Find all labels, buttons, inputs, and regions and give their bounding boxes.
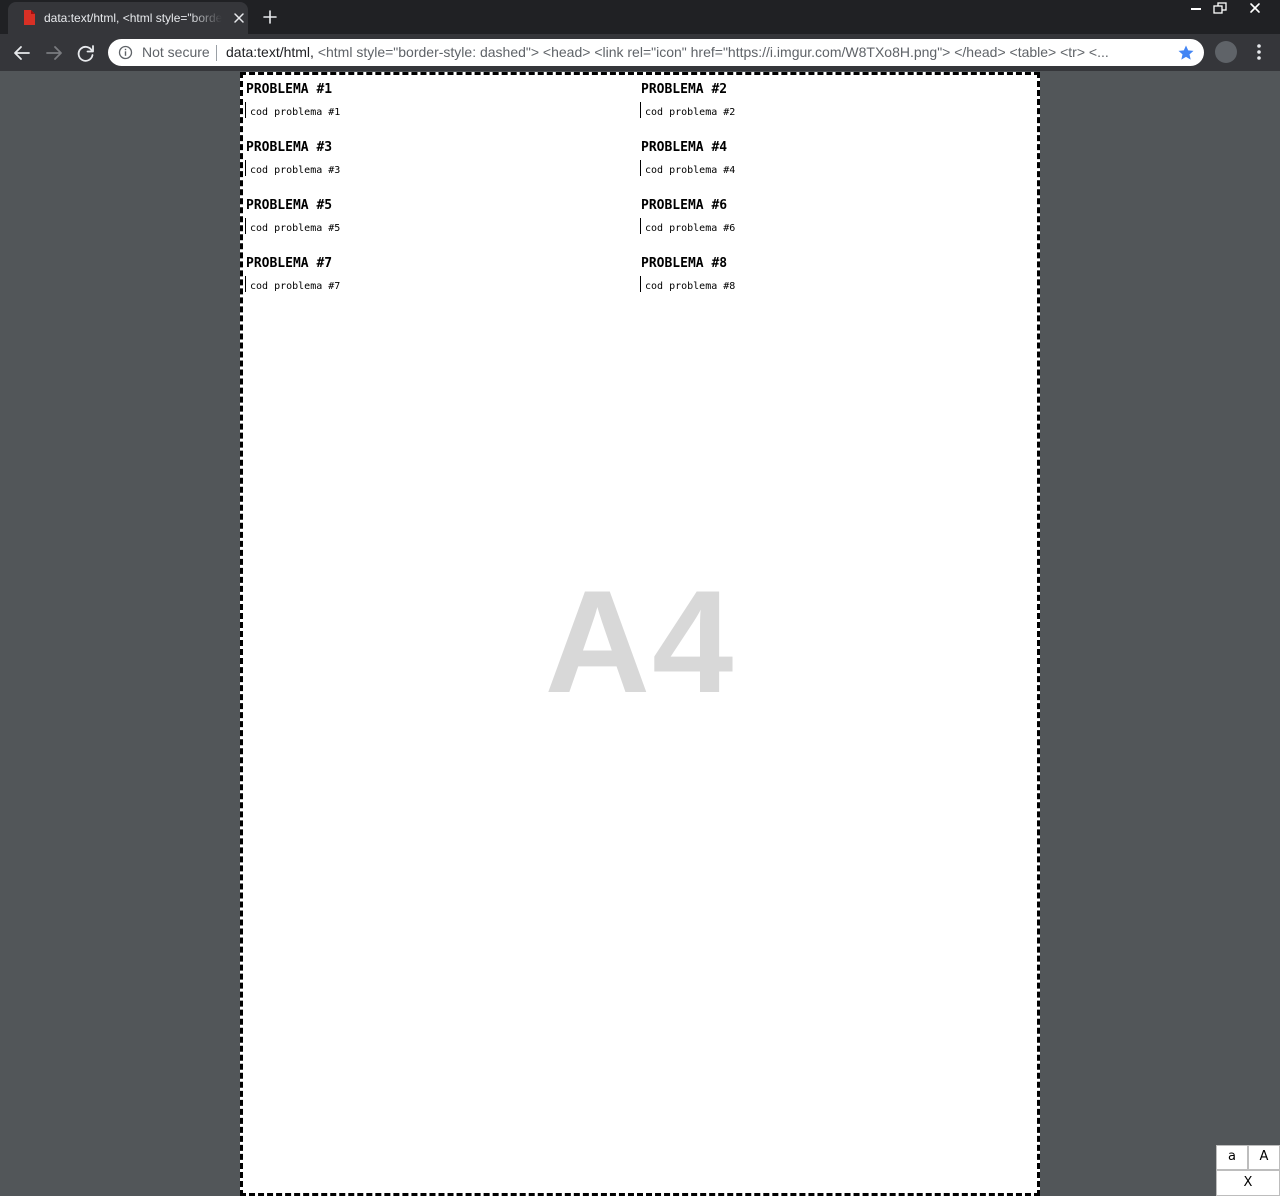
problem-code-block[interactable]: cod problema #2 xyxy=(640,102,735,118)
problem-code-block[interactable]: cod problema #8 xyxy=(640,276,735,292)
problem-code-block[interactable]: cod problema #7 xyxy=(245,276,340,292)
problem-code-block[interactable]: cod problema #5 xyxy=(245,218,340,234)
problem-cell: PROBLEMA #6 cod problema #6 xyxy=(640,197,1031,247)
problem-code: cod problema #2 xyxy=(645,107,736,118)
browser-toolbar: Not secure data:text/html, <html style="… xyxy=(0,34,1280,71)
problem-title: PROBLEMA #2 xyxy=(641,82,728,97)
url-body: <html style="border-style: dashed"> <hea… xyxy=(313,44,1109,60)
reload-icon[interactable] xyxy=(73,40,99,66)
info-icon[interactable] xyxy=(118,45,133,60)
a4-watermark: A4 xyxy=(544,560,736,723)
problem-title: PROBLEMA #1 xyxy=(246,82,333,97)
problem-code: cod problema #3 xyxy=(250,165,341,176)
problem-code: cod problema #8 xyxy=(645,281,736,292)
active-tab[interactable]: data:text/html, <html style="border-styl… xyxy=(8,2,248,34)
problem-code-block[interactable]: cod problema #3 xyxy=(245,160,340,176)
problem-title: PROBLEMA #5 xyxy=(246,198,333,213)
close-window-icon[interactable] xyxy=(1236,0,1274,18)
problem-code: cod problema #6 xyxy=(645,223,736,234)
security-status-label[interactable]: Not secure xyxy=(142,44,210,61)
increase-font-button[interactable]: A xyxy=(1248,1145,1280,1170)
omnibox-divider xyxy=(216,45,217,61)
more-menu-icon[interactable] xyxy=(1249,40,1269,64)
problem-code: cod problema #7 xyxy=(250,281,341,292)
problem-title: PROBLEMA #6 xyxy=(641,198,728,213)
problem-title: PROBLEMA #8 xyxy=(641,256,728,271)
problem-cell: PROBLEMA #7 cod problema #7 xyxy=(245,255,636,305)
close-controls-button[interactable]: X xyxy=(1216,1170,1280,1196)
a4-page: PROBLEMA #1 cod problema #1 PROBLEMA #2 … xyxy=(240,72,1040,1196)
tab-title: data:text/html, <html style="border-styl… xyxy=(44,11,222,25)
problem-cell: PROBLEMA #2 cod problema #2 xyxy=(640,81,1031,131)
address-bar[interactable]: Not secure data:text/html, <html style="… xyxy=(108,39,1204,66)
problem-cell: PROBLEMA #3 cod problema #3 xyxy=(245,139,636,189)
forward-arrow-icon[interactable] xyxy=(41,40,67,66)
problem-title: PROBLEMA #7 xyxy=(246,256,333,271)
problem-code: cod problema #1 xyxy=(250,107,341,118)
problem-title: PROBLEMA #3 xyxy=(246,140,333,155)
document-favicon-icon xyxy=(24,10,35,25)
new-tab-plus-icon[interactable] xyxy=(257,4,283,30)
bookmark-star-icon[interactable] xyxy=(1177,44,1195,62)
url-scheme: data:text/html, xyxy=(226,44,314,60)
problem-cell: PROBLEMA #1 cod problema #1 xyxy=(245,81,636,131)
problem-code: cod problema #5 xyxy=(250,223,341,234)
problem-code-block[interactable]: cod problema #6 xyxy=(640,218,735,234)
restore-window-icon[interactable] xyxy=(1209,0,1231,18)
back-arrow-icon[interactable] xyxy=(9,40,35,66)
problem-cell: PROBLEMA #4 cod problema #4 xyxy=(640,139,1031,189)
tab-strip: data:text/html, <html style="border-styl… xyxy=(0,0,1280,34)
profile-avatar[interactable] xyxy=(1215,41,1237,63)
problem-title: PROBLEMA #4 xyxy=(641,140,728,155)
problem-code: cod problema #4 xyxy=(645,165,736,176)
url-text[interactable]: data:text/html, <html style="border-styl… xyxy=(226,44,1166,61)
problem-cell: PROBLEMA #5 cod problema #5 xyxy=(245,197,636,247)
minimize-window-icon[interactable] xyxy=(1185,0,1207,18)
close-tab-icon[interactable] xyxy=(230,9,248,27)
decrease-font-button[interactable]: a xyxy=(1216,1145,1248,1170)
problem-code-block[interactable]: cod problema #1 xyxy=(245,102,340,118)
problem-code-block[interactable]: cod problema #4 xyxy=(640,160,735,176)
problem-cell: PROBLEMA #8 cod problema #8 xyxy=(640,255,1031,305)
